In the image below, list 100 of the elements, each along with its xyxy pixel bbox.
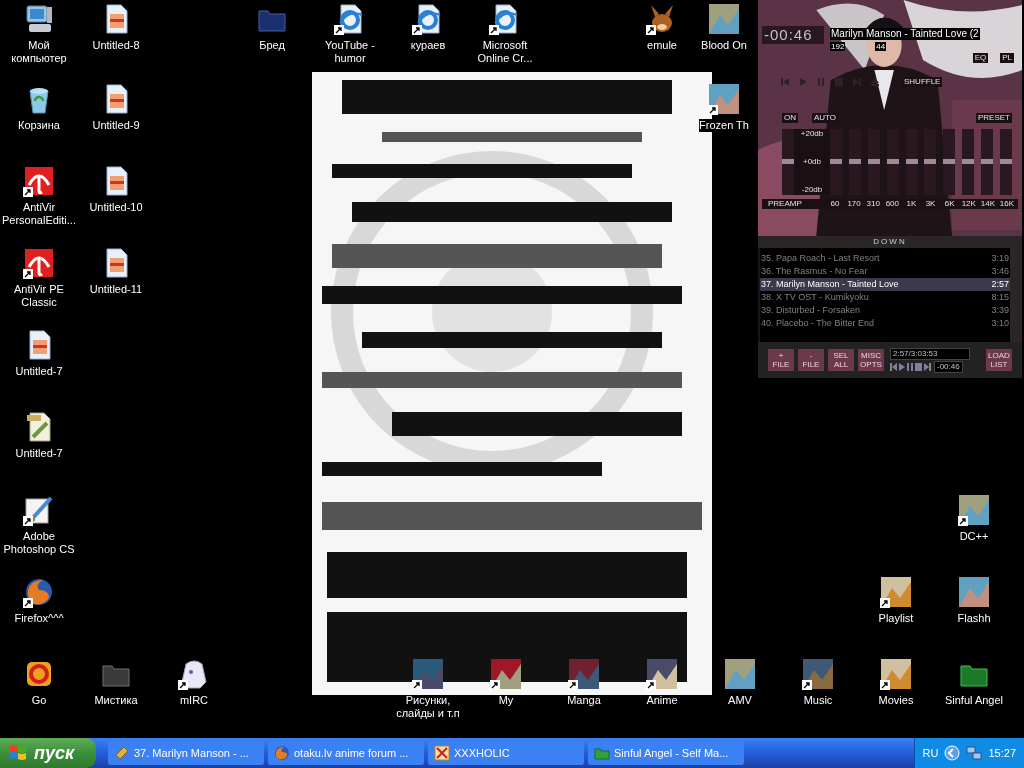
eq-slider-thumb[interactable] — [830, 159, 842, 164]
eq-slider-thumb[interactable] — [905, 159, 918, 164]
decibel-label: +0db — [803, 157, 821, 167]
playlist-row[interactable]: 40. Placebo - The Bitter End 3:10 — [760, 317, 1010, 330]
remaining-time-display: -00:46 — [934, 360, 963, 373]
playlist-title: DOWN — [873, 237, 907, 247]
playlist-row[interactable]: 39. Disturbed - Forsaken 3:39 — [760, 304, 1010, 317]
icon-label: Бред — [259, 39, 285, 52]
frequency-label: 170 — [846, 199, 862, 209]
track-duration: 3:19 — [991, 252, 1009, 265]
eq-slider[interactable] — [981, 129, 993, 195]
eq-auto-button[interactable]: AUTO — [812, 113, 839, 123]
frequency-label: 12K — [960, 199, 977, 209]
icon-label: Рисунки, слайды и т.п — [395, 694, 461, 720]
playlist-row[interactable]: 35. Papa Roach - Last Resort 3:19 — [760, 252, 1010, 265]
icon-label: AntiVir PE Classic — [13, 283, 65, 309]
track-title: 36. The Rasmus - No Fear — [761, 265, 868, 278]
icon-label: Untitled-11 — [89, 283, 143, 296]
taskbar-button[interactable]: Sinful Angel - Self Ma... — [588, 741, 744, 765]
icon-label: DC++ — [959, 530, 989, 543]
icon-label: YouTube - humor — [324, 39, 376, 65]
icon-label: Untitled-7 — [15, 447, 63, 460]
image-viewer-icon — [434, 745, 450, 761]
total-time-display: 2:57/3:03:53 — [890, 347, 970, 360]
eq-slider-thumb[interactable] — [924, 159, 937, 164]
eq-slider-thumb[interactable] — [981, 159, 993, 164]
start-button[interactable]: пуск — [0, 738, 96, 768]
frequency-label: 16K — [998, 199, 1016, 209]
sample-rate-display: 44 — [875, 42, 887, 51]
preamp-slider[interactable] — [782, 129, 794, 195]
presets-button[interactable]: PRESET — [976, 113, 1012, 123]
track-duration: 3:46 — [991, 265, 1009, 278]
frequency-label: 6K — [943, 199, 956, 209]
load-list-button[interactable]: LOAD LIST — [986, 349, 1012, 371]
eq-slider-thumb[interactable] — [999, 159, 1012, 164]
clock: 15:27 — [988, 745, 1016, 761]
playlist-row[interactable]: 38. X TV OST - Kumikyoku 8:15 — [760, 291, 1010, 304]
playlist-button[interactable]: - FILE — [798, 349, 824, 371]
firefox-icon — [274, 745, 290, 761]
taskbar-button[interactable]: XXXHOLIC — [428, 741, 584, 765]
network-icon[interactable] — [966, 745, 983, 761]
eq-slider-thumb[interactable] — [867, 159, 880, 164]
windows-logo-icon — [8, 743, 28, 763]
icon-label: Manga — [567, 694, 601, 707]
taskbar-button[interactable]: 37. Marilyn Manson - ... — [108, 741, 264, 765]
frequency-label: 310 — [865, 199, 881, 209]
preamp-slider-thumb[interactable] — [782, 159, 794, 164]
eq-slider[interactable] — [830, 129, 842, 195]
chevron-left-icon[interactable] — [944, 745, 961, 761]
track-duration: 3:39 — [991, 304, 1009, 317]
icon-label: Sinful Angel — [944, 694, 1004, 707]
icon-label: Flashh — [957, 612, 991, 625]
eq-slider-thumb[interactable] — [962, 159, 975, 164]
eq-slider[interactable] — [962, 129, 975, 195]
eject-icon[interactable] — [870, 78, 880, 86]
icon-label: Adobe Photoshop CS — [2, 530, 76, 556]
icon-label: emule — [647, 39, 677, 52]
taskbar-button[interactable]: otaku.lv anime forum ... — [268, 741, 424, 765]
track-title: 35. Papa Roach - Last Resort — [761, 252, 880, 265]
playlist-button[interactable]: SEL ALL — [828, 349, 854, 371]
icon-label: Untitled-7 — [15, 365, 63, 378]
eq-on-button[interactable]: ON — [782, 113, 798, 123]
frequency-label: 3K — [924, 199, 937, 209]
window-toggle-button[interactable]: PL — [1000, 53, 1014, 63]
frequency-label: 1K — [905, 199, 918, 209]
language-indicator[interactable]: RU — [922, 744, 939, 762]
shuffle-button[interactable]: SHUFFLE — [902, 77, 943, 87]
icon-label: Blood On — [701, 39, 747, 52]
icon-label: Music — [803, 694, 833, 707]
icon-label: кураев — [410, 39, 446, 52]
frequency-label: 600 — [884, 199, 900, 209]
eq-slider[interactable] — [943, 129, 956, 195]
track-title: 38. X TV OST - Kumikyoku — [761, 291, 869, 304]
icon-label: AntiVir PersonalEditi... — [1, 201, 77, 227]
frequency-label: 60 — [829, 199, 841, 209]
folder-icon — [594, 745, 610, 761]
track-title: 37. Marilyn Manson - Tainted Love — [761, 278, 899, 291]
playlist-button[interactable]: MISC OPTS — [858, 349, 884, 371]
playlist-row[interactable]: 37. Marilyn Manson - Tainted Love 2:57 — [760, 278, 1010, 291]
icon-label: Firefox^^^ — [14, 612, 64, 625]
playlist-button[interactable]: + FILE — [768, 349, 794, 371]
icon-label: mIRC — [179, 694, 209, 707]
eq-slider-thumb[interactable] — [848, 159, 861, 164]
icon-label: Microsoft Online Cr... — [476, 39, 534, 65]
window-toggle-button[interactable]: EQ — [972, 53, 989, 63]
eq-slider-thumb[interactable] — [943, 159, 956, 164]
playlist-row[interactable]: 36. The Rasmus - No Fear 3:46 — [760, 265, 1010, 278]
icon-label: Мистика — [94, 694, 138, 707]
mini-controls-icon[interactable] — [890, 362, 932, 371]
scrollbar[interactable] — [1010, 248, 1022, 342]
icon-label: Untitled-9 — [92, 119, 140, 132]
track-title: 39. Disturbed - Forsaken — [761, 304, 861, 317]
icon-label: Корзина — [18, 119, 60, 132]
icon-label: My — [498, 694, 514, 707]
eq-slider[interactable] — [924, 129, 937, 195]
eq-slider-thumb[interactable] — [886, 159, 899, 164]
bitrate-display: 192 — [830, 42, 846, 51]
elapsed-time-display: -00:46 — [762, 26, 824, 44]
decibel-label: -20db — [801, 185, 823, 195]
icon-label: Untitled-8 — [92, 39, 140, 52]
